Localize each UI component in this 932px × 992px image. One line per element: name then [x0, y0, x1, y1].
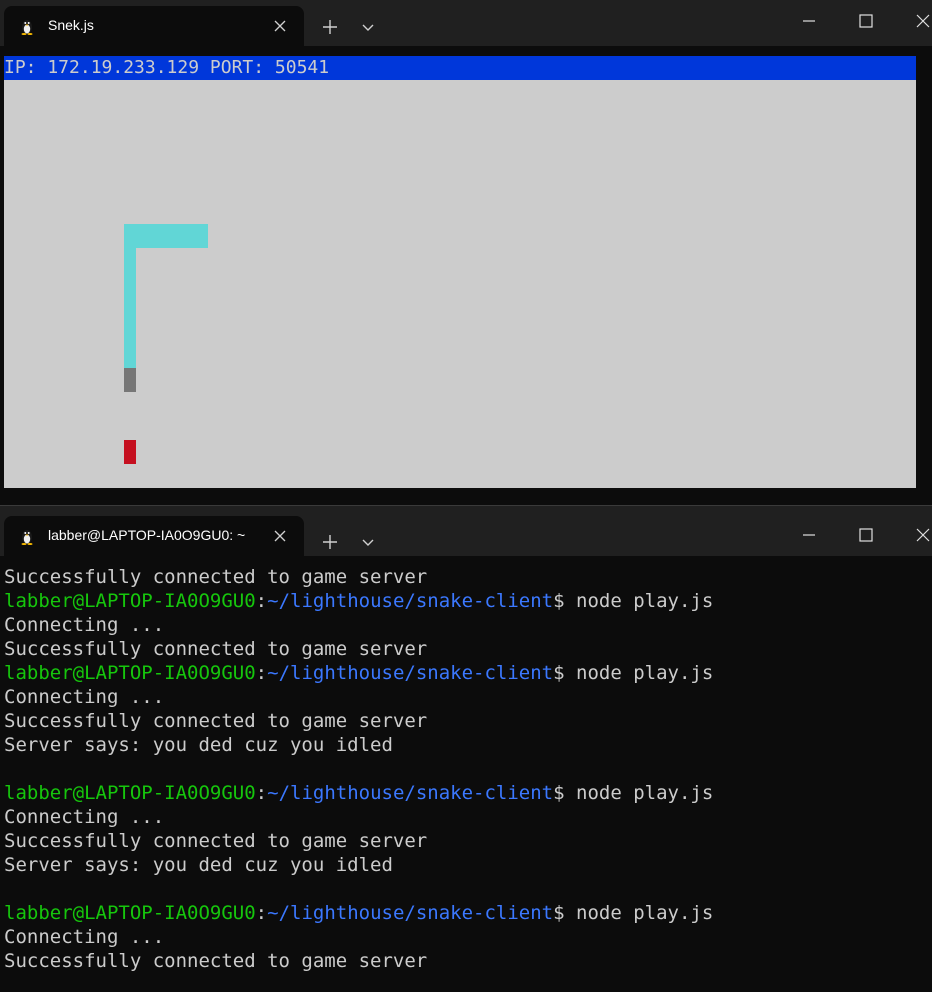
- tab-title: Snek.js: [48, 17, 94, 33]
- snek-window: Snek.js IP: 172.19.233.129 PORT: 50541: [0, 0, 932, 505]
- terminal-output[interactable]: Successfully connected to game server lab…: [4, 565, 928, 985]
- terminal-output-line: Server says: you ded cuz you idled: [4, 734, 393, 756]
- food: [124, 440, 136, 464]
- prompt-path: ~/lighthouse/snake-client: [267, 782, 554, 804]
- terminal-output-line: Successfully connected to game server: [4, 950, 428, 972]
- status-bar: IP: 172.19.233.129 PORT: 50541: [4, 56, 916, 80]
- snake-body-side: [124, 248, 136, 368]
- prompt-path: ~/lighthouse/snake-client: [267, 662, 554, 684]
- window-close-icon[interactable]: [912, 524, 932, 546]
- window-close-icon[interactable]: [912, 10, 932, 32]
- prompt-separator: :: [255, 662, 268, 684]
- chevron-down-icon[interactable]: [360, 19, 376, 35]
- terminal-window: labber@LAPTOP-IA0O9GU0: ~ Successfully c…: [0, 505, 932, 992]
- chevron-down-icon[interactable]: [360, 534, 376, 550]
- prompt-path: ~/lighthouse/snake-client: [267, 902, 554, 924]
- maximize-icon[interactable]: [855, 524, 877, 546]
- terminal-output-line: Server says: you ded cuz you idled: [4, 854, 393, 876]
- prompt-command: node play.js: [576, 662, 714, 684]
- terminal-output-line: Connecting ...: [4, 806, 165, 828]
- linux-penguin-icon: [21, 530, 33, 545]
- maximize-icon[interactable]: [855, 10, 877, 32]
- prompt-dollar: $: [553, 590, 576, 612]
- terminal-output-line: Successfully connected to game server: [4, 710, 428, 732]
- terminal-output-line: Connecting ...: [4, 686, 165, 708]
- prompt-user: labber@LAPTOP-IA0O9GU0: [4, 590, 256, 612]
- prompt-command: node play.js: [576, 590, 714, 612]
- prompt-separator: :: [255, 590, 268, 612]
- prompt-command: node play.js: [576, 782, 714, 804]
- title-bar[interactable]: Snek.js: [0, 0, 932, 46]
- terminal-output-line: Successfully connected to game server: [4, 566, 428, 588]
- terminal-output-line: Successfully connected to game server: [4, 830, 428, 852]
- terminal-prompt-line: labber@LAPTOP-IA0O9GU0:~/lighthouse/snak…: [4, 781, 928, 805]
- prompt-user: labber@LAPTOP-IA0O9GU0: [4, 902, 256, 924]
- close-icon[interactable]: [272, 18, 288, 34]
- prompt-separator: :: [255, 782, 268, 804]
- prompt-separator: :: [255, 902, 268, 924]
- snake-body-top: [124, 224, 208, 248]
- game-board: IP: 172.19.233.129 PORT: 50541: [4, 56, 916, 488]
- prompt-dollar: $: [553, 782, 576, 804]
- plus-icon[interactable]: [320, 532, 340, 552]
- prompt-dollar: $: [553, 902, 576, 924]
- terminal-output-line: Connecting ...: [4, 926, 165, 948]
- prompt-command: node play.js: [576, 902, 714, 924]
- terminal-output-line: Successfully connected to game server: [4, 638, 428, 660]
- close-icon[interactable]: [272, 528, 288, 544]
- tab-snek[interactable]: Snek.js: [4, 6, 304, 46]
- terminal-output-line: Connecting ...: [4, 614, 165, 636]
- terminal-prompt-line: labber@LAPTOP-IA0O9GU0:~/lighthouse/snak…: [4, 901, 928, 925]
- prompt-user: labber@LAPTOP-IA0O9GU0: [4, 662, 256, 684]
- minimize-icon[interactable]: [798, 10, 820, 32]
- tab-title: labber@LAPTOP-IA0O9GU0: ~: [48, 527, 246, 543]
- minimize-icon[interactable]: [798, 524, 820, 546]
- prompt-user: labber@LAPTOP-IA0O9GU0: [4, 782, 256, 804]
- linux-penguin-icon: [21, 20, 33, 35]
- prompt-path: ~/lighthouse/snake-client: [267, 590, 554, 612]
- snake-head: [124, 368, 136, 392]
- prompt-dollar: $: [553, 662, 576, 684]
- terminal-prompt-line: labber@LAPTOP-IA0O9GU0:~/lighthouse/snak…: [4, 589, 928, 613]
- tab-terminal[interactable]: labber@LAPTOP-IA0O9GU0: ~: [4, 516, 304, 556]
- plus-icon[interactable]: [320, 17, 340, 37]
- title-bar[interactable]: labber@LAPTOP-IA0O9GU0: ~: [0, 506, 932, 556]
- terminal-prompt-line: labber@LAPTOP-IA0O9GU0:~/lighthouse/snak…: [4, 661, 928, 685]
